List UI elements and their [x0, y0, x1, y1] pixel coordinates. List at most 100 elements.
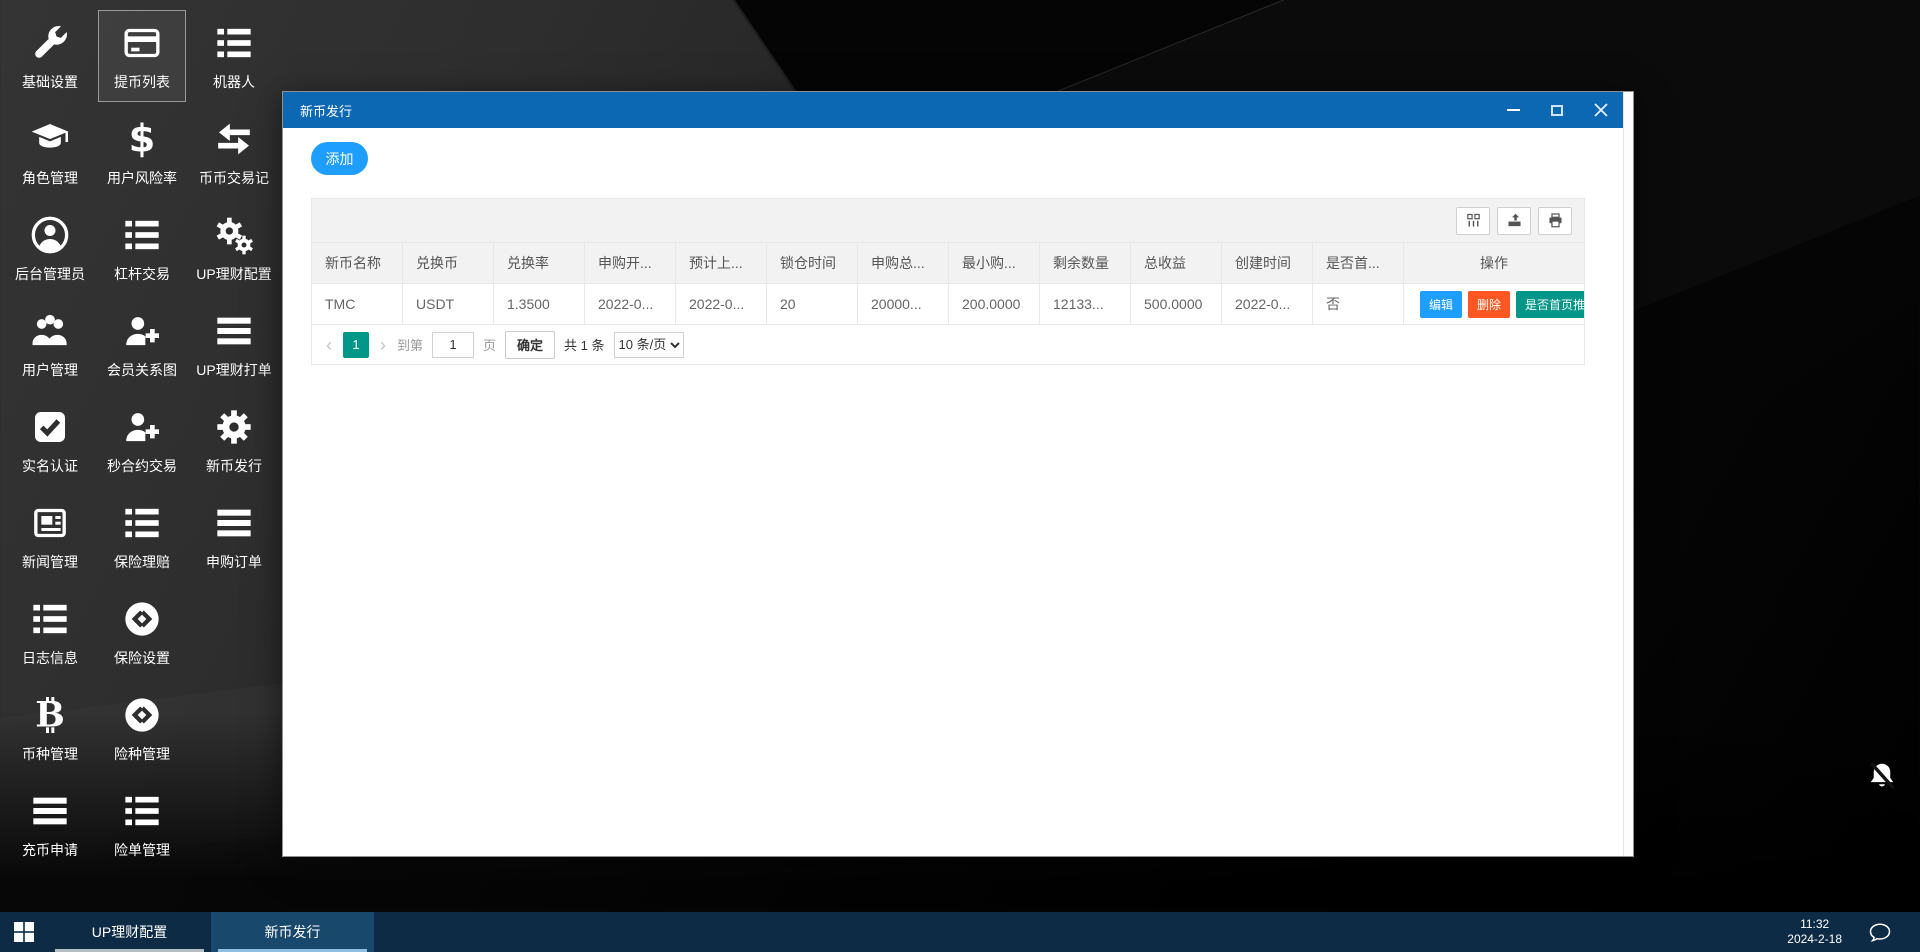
column-header: 申购总...	[857, 242, 949, 284]
column-header: 新币名称	[311, 242, 403, 284]
chat-bubble-icon[interactable]	[1868, 920, 1892, 944]
page-size-select[interactable]: 10 条/页	[613, 331, 684, 358]
column-header: 总收益	[1130, 242, 1222, 284]
gear-icon	[214, 405, 254, 449]
sidebar-item-label: UP理财配置	[196, 265, 272, 282]
sidebar-item-robot[interactable]: 机器人	[190, 10, 278, 102]
taskbar-tab-new-coin-issue[interactable]: 新币发行	[211, 912, 374, 952]
new-coin-table: 新币名称 兑换币 兑换率 申购开... 预计上... 锁仓时间 申购总... 最…	[311, 242, 1585, 325]
close-button[interactable]	[1579, 92, 1623, 128]
sidebar-item-user-risk-rate[interactable]: $ 用户风险率	[98, 106, 186, 198]
sidebar-item-policy-management[interactable]: 险单管理	[98, 778, 186, 870]
sidebar-item-label: 用户风险率	[107, 169, 177, 186]
taskbar-tab-up-wealth-config[interactable]: UP理财配置	[48, 912, 211, 952]
insurance-logo-icon	[122, 597, 162, 641]
sidebar-item-second-contract-trading[interactable]: 秒合约交易	[98, 394, 186, 486]
sidebar-item-up-wealth-config[interactable]: UP理财配置	[190, 202, 278, 294]
sidebar-item-insurance-settings[interactable]: 保险设置	[98, 586, 186, 678]
sidebar-item-label: 保险理赔	[114, 553, 170, 570]
cell-exchange-rate: 1.3500	[493, 283, 585, 325]
svg-text:$: $	[129, 119, 156, 159]
page-1-button[interactable]: 1	[343, 331, 369, 358]
new-coin-issue-window: 新币发行 添加 新币名称 兑换币 兑换率 申购开... 预计上... 锁仓时间 …	[282, 91, 1634, 857]
sidebar-item-coin-management[interactable]: B 币种管理	[6, 682, 94, 774]
delete-button[interactable]: 删除	[1468, 290, 1511, 318]
window-title: 新币发行	[300, 103, 353, 119]
export-icon	[1507, 213, 1521, 227]
start-button[interactable]	[0, 912, 48, 952]
column-header: 操作	[1403, 242, 1585, 284]
table-header-row: 新币名称 兑换币 兑换率 申购开... 预计上... 锁仓时间 申购总... 最…	[311, 242, 1585, 284]
sidebar-item-kyc[interactable]: 实名认证	[6, 394, 94, 486]
credit-card-icon	[122, 21, 162, 65]
prev-page-button[interactable]: ‹	[324, 336, 334, 354]
sidebar-item-label: 用户管理	[22, 361, 78, 378]
users-icon	[30, 309, 70, 353]
user-plus-icon	[122, 309, 162, 353]
sidebar-item-user-management[interactable]: 用户管理	[6, 298, 94, 390]
maximize-button[interactable]	[1535, 92, 1579, 128]
homepage-recommend-button[interactable]: 是否首页推荐	[1516, 290, 1584, 318]
check-square-icon	[30, 405, 70, 449]
cell-is-homepage: 否	[1312, 283, 1404, 325]
sidebar-item-basic-settings[interactable]: 基础设置	[6, 10, 94, 102]
pagination-bar: ‹ 1 › 到第 页 确定 共 1 条 10 条/页	[311, 325, 1585, 365]
cell-coin-name: TMC	[311, 283, 403, 325]
sidebar-item-up-wealth-orders[interactable]: UP理财打单	[190, 298, 278, 390]
edit-button[interactable]: 编辑	[1420, 290, 1463, 318]
maximize-icon	[1551, 104, 1563, 116]
windows-logo-icon	[14, 922, 34, 942]
notification-bell-muted-icon[interactable]	[1866, 760, 1898, 792]
sidebar-item-log-info[interactable]: 日志信息	[6, 586, 94, 678]
sidebar-item-member-relation-graph[interactable]: 会员关系图	[98, 298, 186, 390]
sidebar-item-label: 新闻管理	[22, 553, 78, 570]
goto-page-input[interactable]	[432, 331, 475, 358]
bitcoin-icon: B	[30, 693, 70, 737]
sidebar-item-label: 基础设置	[22, 73, 78, 90]
sidebar-item-role-management[interactable]: 角色管理	[6, 106, 94, 198]
taskbar-tab-label: 新币发行	[264, 924, 321, 940]
svg-text:B: B	[35, 695, 65, 735]
confirm-page-button[interactable]: 确定	[505, 330, 556, 359]
sidebar-item-coin-trade-records[interactable]: 币币交易记	[190, 106, 278, 198]
sidebar-item-leverage-trading[interactable]: 杠杆交易	[98, 202, 186, 294]
sidebar-item-withdraw-list[interactable]: 提币列表	[98, 10, 186, 102]
cell-subscribe-start: 2022-0...	[584, 283, 676, 325]
list-icon	[122, 501, 162, 545]
grid-toolbar	[311, 198, 1585, 242]
sidebar-item-label: 充币申请	[22, 841, 78, 858]
sidebar-item-deposit-requests[interactable]: 充币申请	[6, 778, 94, 870]
window-scrollbar[interactable]	[1623, 92, 1633, 856]
sidebar-item-new-coin-issue[interactable]: 新币发行	[190, 394, 278, 486]
taskbar-clock[interactable]: 11:32 2024-2-18	[1787, 917, 1842, 947]
sidebar-item-label: 险种管理	[114, 745, 170, 762]
sidebar-item-subscription-orders[interactable]: 申购订单	[190, 490, 278, 582]
goto-label: 到第	[397, 338, 424, 353]
column-header: 申购开...	[584, 242, 676, 284]
sidebar-item-label: 提币列表	[114, 73, 170, 90]
print-button[interactable]	[1538, 206, 1572, 235]
taskbar-tab-label: UP理财配置	[91, 924, 168, 940]
sidebar-item-label: 币种管理	[22, 745, 78, 762]
bars-icon	[214, 309, 254, 353]
sidebar-item-label: UP理财打单	[196, 361, 272, 378]
sidebar-item-news-management[interactable]: 新闻管理	[6, 490, 94, 582]
columns-button[interactable]	[1456, 206, 1490, 235]
sidebar-item-label: 杠杆交易	[114, 265, 170, 282]
sidebar-item-label: 保险设置	[114, 649, 170, 666]
sidebar-item-admin-users[interactable]: 后台管理员	[6, 202, 94, 294]
bars-icon	[30, 789, 70, 833]
minimize-button[interactable]	[1491, 92, 1535, 128]
desktop-app-grid: 基础设置 提币列表 机器人 角色管理 $ 用户风险率 币币交易记 后台管理员 杠…	[4, 10, 286, 874]
column-header: 剩余数量	[1039, 242, 1131, 284]
column-header: 最小购...	[948, 242, 1040, 284]
sidebar-item-insurance-type-management[interactable]: 险种管理	[98, 682, 186, 774]
cell-total-earnings: 500.0000	[1130, 283, 1222, 325]
export-button[interactable]	[1497, 206, 1531, 235]
sidebar-item-insurance-claims[interactable]: 保险理赔	[98, 490, 186, 582]
sidebar-item-label: 币币交易记	[199, 169, 269, 186]
column-header: 预计上...	[675, 242, 767, 284]
column-header: 创建时间	[1221, 242, 1313, 284]
add-button[interactable]: 添加	[311, 142, 368, 175]
next-page-button[interactable]: ›	[378, 336, 388, 354]
